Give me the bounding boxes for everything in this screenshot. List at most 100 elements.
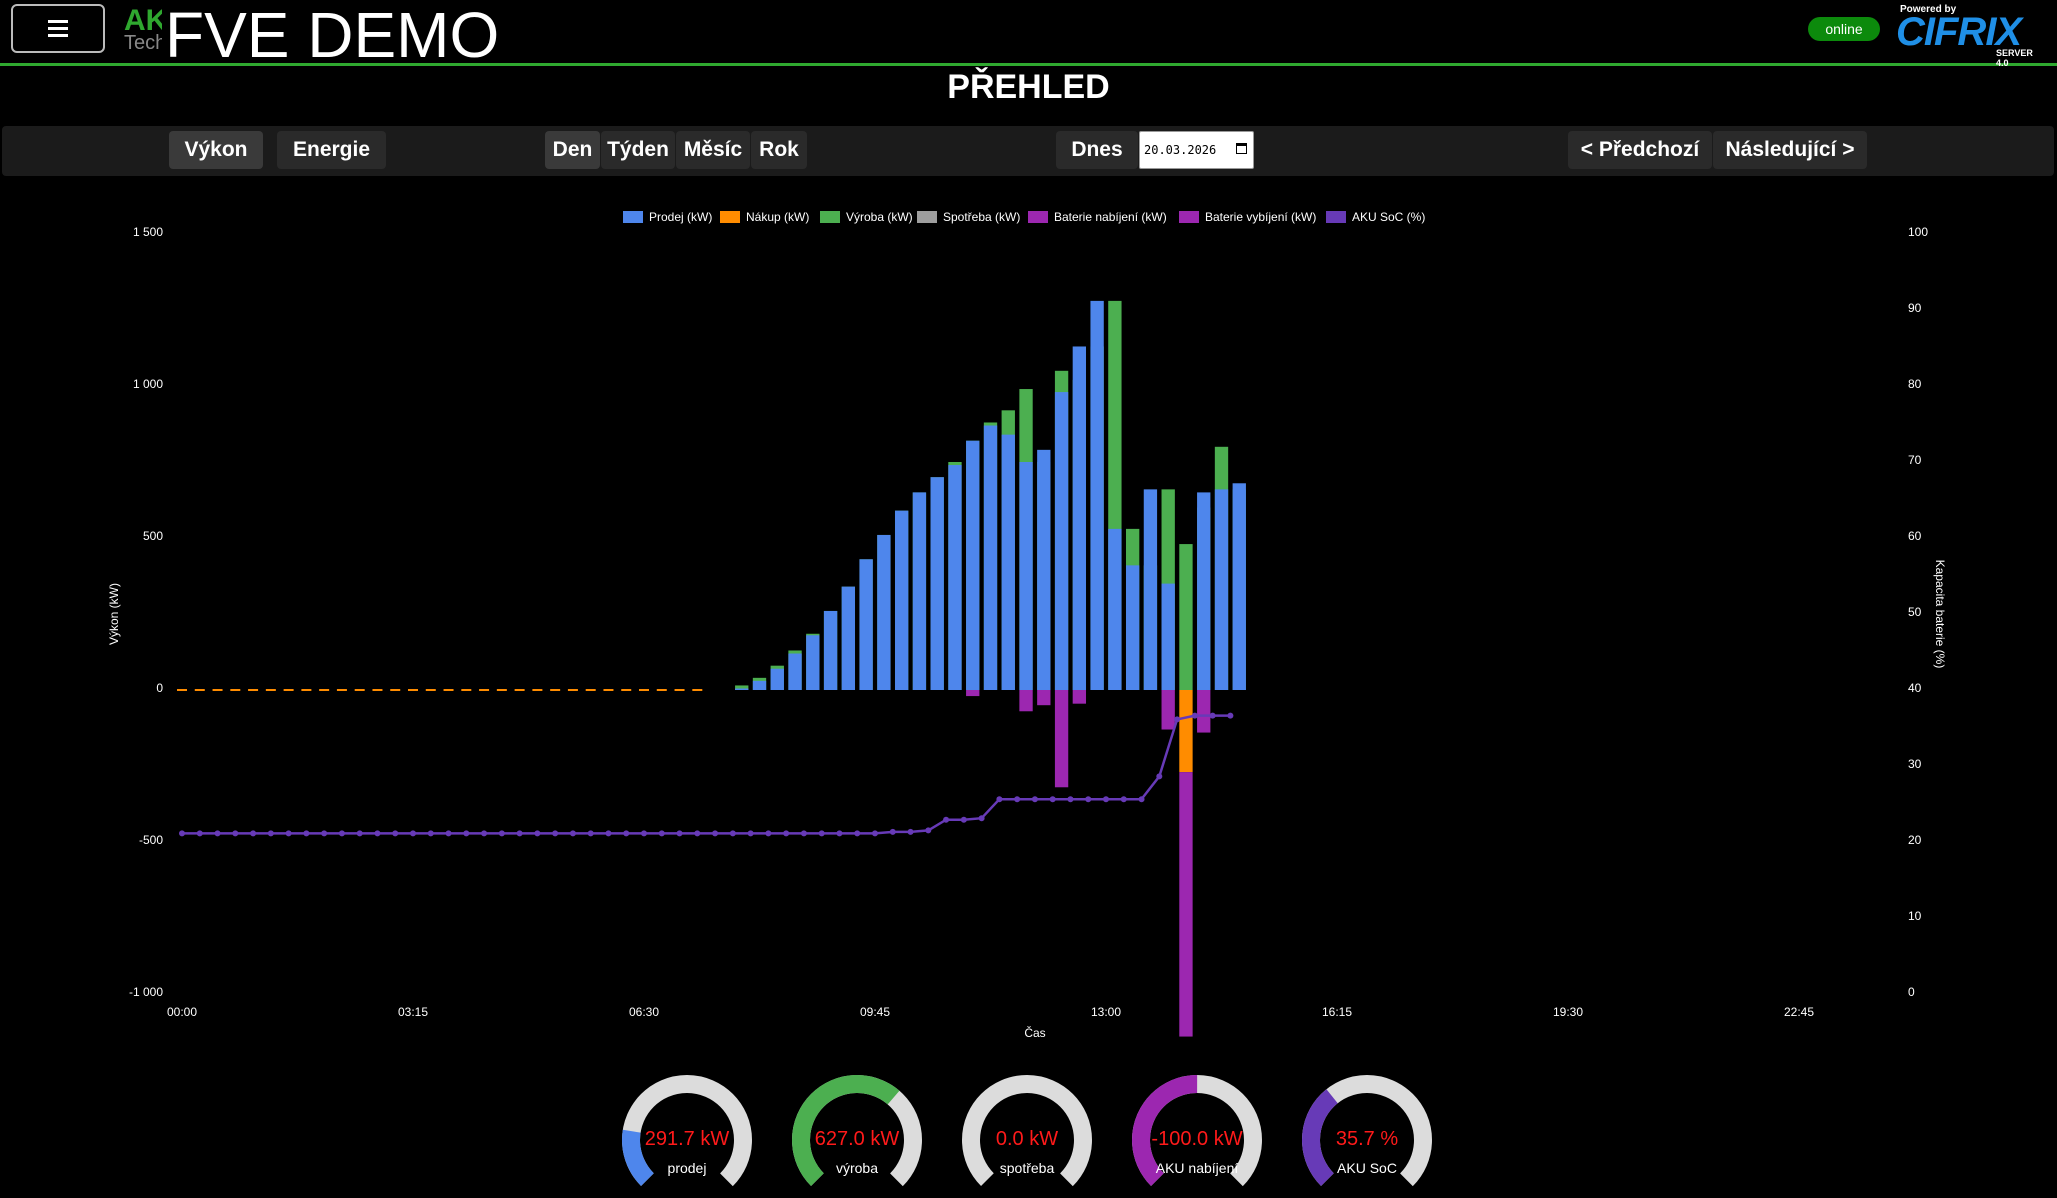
company-logo: AK Tech: [124, 4, 162, 54]
buy-bar: [1179, 690, 1193, 773]
legend-swatch: [720, 211, 740, 223]
y2-tick-label: 90: [1908, 301, 1922, 315]
soc-point: [498, 830, 505, 837]
sell-bar: [1232, 483, 1246, 690]
soc-point: [410, 830, 416, 837]
gauge-value: 291.7 kW: [644, 1128, 730, 1150]
legend-item: Výroba (kW): [846, 210, 913, 224]
legend-item: Nákup (kW): [746, 210, 809, 224]
gauge-row: 291.7 kW prodej 627.0 kW výroba 0.0 kW spotře…: [0, 1070, 2057, 1198]
soc-point: [463, 830, 470, 837]
calendar-icon[interactable]: [1236, 143, 1247, 154]
soc-point: [925, 827, 932, 834]
soc-point: [783, 830, 790, 837]
legend-swatch: [820, 211, 840, 223]
gauge-spotřeba: 0.0 kW spotřeba: [957, 1070, 1097, 1198]
soc-point: [303, 830, 310, 837]
y2-axis-title: Kapacita baterie (%): [1933, 560, 1947, 669]
logo-text-bottom: Tech: [124, 32, 162, 54]
legend-swatch: [917, 211, 937, 223]
x-tick-label: 09:45: [860, 1005, 890, 1019]
previous-button[interactable]: < Předchozí: [1568, 131, 1712, 169]
soc-point: [1138, 796, 1145, 803]
app-header: AK Tech FVE DEMO online Powered by CIFRI…: [0, 0, 2057, 71]
y2-tick-label: 100: [1908, 225, 1928, 239]
soc-point: [1191, 712, 1198, 719]
soc-point: [1209, 712, 1216, 719]
soc-point: [605, 830, 612, 837]
soc-point: [481, 830, 488, 837]
soc-point: [800, 830, 807, 837]
y-tick-label: 1 000: [133, 377, 163, 391]
soc-point: [836, 830, 843, 837]
sell-bar: [788, 653, 802, 690]
gauge-label: prodej: [667, 1160, 707, 1176]
sell-bar: [1072, 346, 1087, 690]
soc-point: [552, 830, 559, 837]
tab-vykon[interactable]: Výkon: [169, 131, 263, 169]
soc-point: [1031, 796, 1038, 803]
hamburger-menu-button[interactable]: [11, 4, 105, 53]
soc-point: [641, 830, 647, 837]
soc-line: [182, 714, 1231, 835]
power-chart: Prodej (kW) Nákup (kW) Výroba (kW) Spotřeba…: [107, 210, 1947, 1040]
y-tick-label: 500: [143, 529, 163, 543]
soc-point: [1227, 712, 1234, 719]
soc-point: [1120, 796, 1127, 803]
soc-point: [427, 830, 434, 837]
sell-bar: [1143, 489, 1158, 690]
tab-rok[interactable]: Rok: [751, 131, 807, 169]
soc-point: [623, 830, 630, 837]
sell-bar: [823, 610, 838, 690]
soc-point: [1174, 716, 1181, 723]
soc-point: [658, 830, 665, 837]
battery-charge-bar: [1197, 690, 1211, 733]
battery-charge-bar: [1161, 690, 1175, 730]
tab-energie[interactable]: Energie: [277, 131, 386, 169]
legend-swatch: [1326, 211, 1346, 223]
y2-tick-label: 80: [1908, 377, 1922, 391]
sell-bar: [1108, 528, 1122, 690]
app-title: FVE DEMO: [165, 0, 500, 71]
brand-server: SERVER 4.0: [1996, 48, 2033, 68]
date-field[interactable]: 20.03.2026: [1139, 131, 1254, 169]
tab-tyden[interactable]: Týden: [601, 131, 675, 169]
x-tick-label: 06:30: [629, 1005, 659, 1019]
sell-bar: [1161, 583, 1175, 690]
legend-swatch: [1028, 211, 1048, 223]
next-button[interactable]: Následující >: [1713, 131, 1867, 169]
date-field-value: 20.03.2026: [1144, 143, 1217, 157]
soc-point: [516, 830, 523, 837]
status-badge: online: [1808, 17, 1880, 41]
battery-charge-bar: [966, 690, 980, 697]
gauge-aku-nabíjení: -100.0 kW AKU nabíjení: [1127, 1070, 1267, 1198]
gauge-value: -100.0 kW: [1151, 1128, 1243, 1150]
gauge-value: 627.0 kW: [814, 1128, 900, 1150]
battery-charge-bar: [1054, 690, 1069, 788]
today-button[interactable]: Dnes: [1056, 131, 1138, 169]
soc-point: [978, 815, 985, 822]
gauge-value: 0.0 kW: [995, 1128, 1059, 1150]
battery-charge-bar: [1072, 690, 1087, 704]
x-tick-label: 03:15: [398, 1005, 428, 1019]
soc-point: [747, 830, 754, 837]
sell-bar: [806, 635, 820, 690]
y2-tick-label: 60: [1908, 529, 1922, 543]
soc-point: [445, 830, 452, 837]
soc-point: [1049, 796, 1056, 803]
soc-point: [285, 830, 292, 837]
x-tick-label: 16:15: [1322, 1005, 1352, 1019]
y2-tick-label: 40: [1908, 681, 1922, 695]
sell-bar: [1037, 449, 1051, 690]
cifrix-logo: Powered by CIFRIX SERVER 4.0: [1896, 4, 2046, 68]
tab-den[interactable]: Den: [545, 131, 600, 169]
hamburger-icon: [48, 18, 68, 39]
tab-mesic[interactable]: Měsíc: [676, 131, 750, 169]
sell-bar: [752, 680, 767, 690]
y-tick-label: -500: [139, 833, 163, 847]
sell-bar: [894, 510, 909, 690]
legend-item: Baterie vybíjení (kW): [1205, 210, 1316, 224]
y2-tick-label: 50: [1908, 605, 1922, 619]
soc-point: [267, 830, 274, 837]
soc-point: [232, 830, 239, 837]
